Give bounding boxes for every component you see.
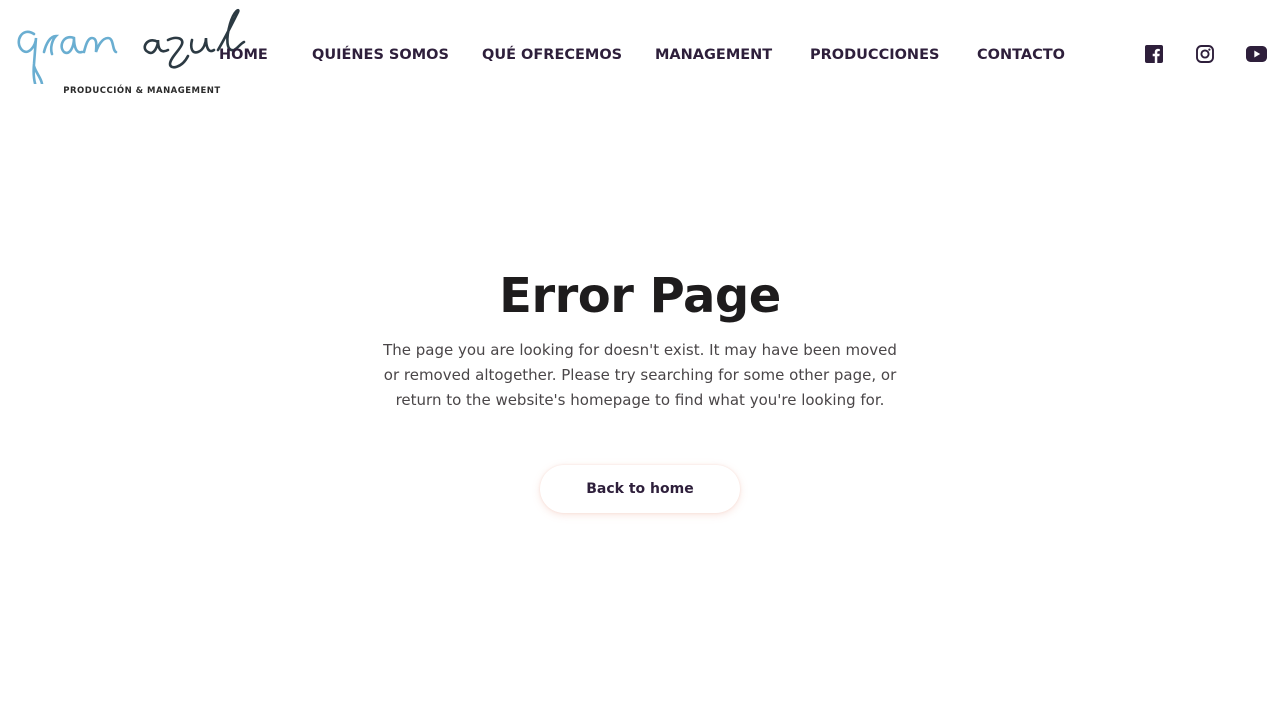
nav-item-contacto[interactable]: CONTACTO [977, 44, 1065, 66]
back-to-home-button[interactable]: Back to home [540, 465, 740, 513]
nav-item-home[interactable]: HOME [219, 44, 268, 66]
instagram-icon[interactable] [1194, 43, 1216, 65]
error-content: Error Page The page you are looking for … [0, 260, 1280, 413]
error-message: The page you are looking for doesn't exi… [383, 341, 897, 409]
facebook-icon[interactable] [1143, 43, 1165, 65]
main-navigation: HOME QUIÉNES SOMOS QUÉ OFRECEMOS MANAGEM… [0, 44, 1100, 66]
nav-item-que-ofrecemos[interactable]: QUÉ OFRECEMOS [482, 44, 622, 66]
nav-item-management[interactable]: MANAGEMENT [655, 44, 772, 66]
nav-item-quienes-somos[interactable]: QUIÉNES SOMOS [312, 44, 449, 66]
site-header: PRODUCCIÓN & MANAGEMENT HOME QUIÉNES SOM… [0, 0, 1280, 110]
nav-item-producciones[interactable]: PRODUCCIONES [810, 44, 939, 66]
youtube-icon[interactable] [1245, 43, 1267, 65]
page-title: Error Page [499, 268, 781, 324]
logo-tagline: PRODUCCIÓN & MANAGEMENT [63, 86, 221, 96]
